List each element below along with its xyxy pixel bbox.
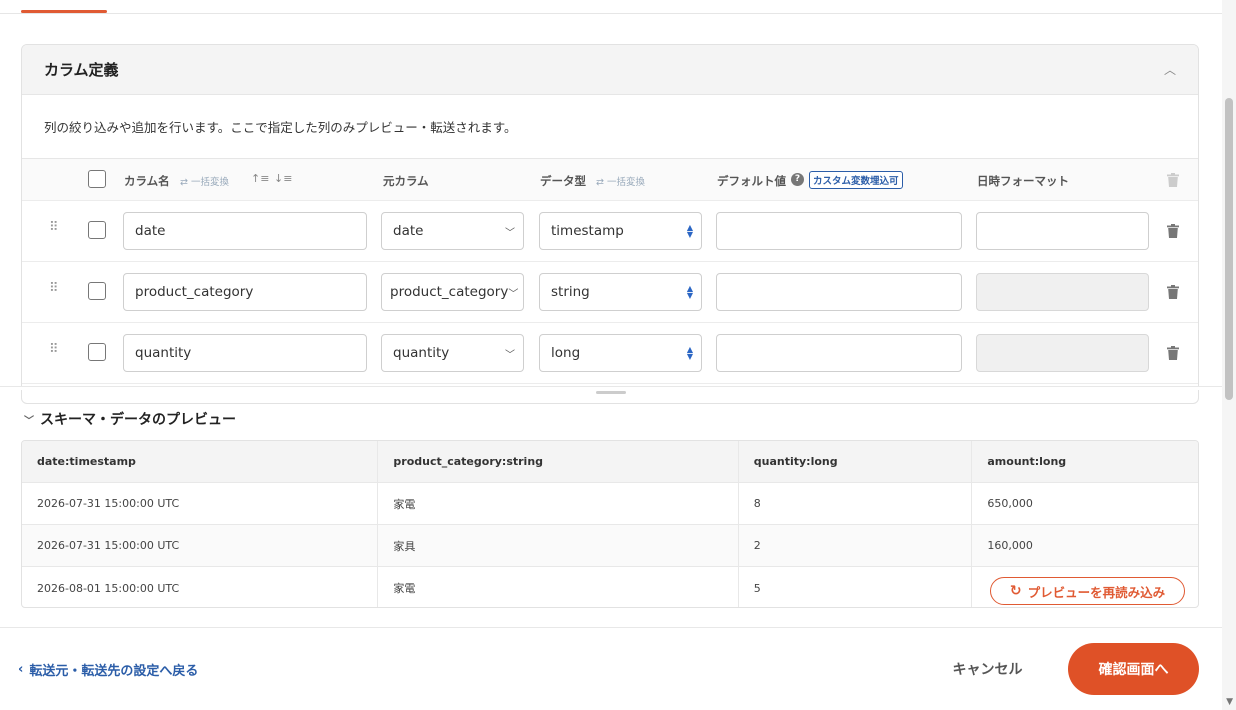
column-name-input[interactable]: quantity bbox=[123, 334, 367, 372]
trash-icon[interactable] bbox=[1167, 285, 1179, 299]
sort-asc-icon[interactable]: ↑≡ bbox=[251, 172, 269, 185]
data-type-select[interactable]: string ▲ ▼ bbox=[539, 273, 702, 311]
date-format-input bbox=[976, 334, 1149, 372]
panel-title: カラム定義 bbox=[44, 61, 119, 79]
preview-header-cell: amount:long bbox=[987, 455, 1067, 468]
default-value-input[interactable] bbox=[716, 273, 962, 311]
bulk-convert-type-button[interactable]: ⇄ 一括変換 bbox=[596, 174, 645, 188]
data-type-select[interactable]: long ▲ ▼ bbox=[539, 334, 702, 372]
select-all-checkbox[interactable] bbox=[88, 170, 106, 188]
columns-table-header: カラム名 ⇄ 一括変換 ↑≡ ↓≡ 元カラム データ型 ⇄ 一括変換 デフォルト… bbox=[22, 159, 1198, 201]
trash-icon[interactable] bbox=[1167, 346, 1179, 360]
source-column-select[interactable]: product_category ﹀ bbox=[381, 273, 524, 311]
column-name-input[interactable]: product_category bbox=[123, 273, 367, 311]
bulk-convert-name-button[interactable]: ⇄ 一括変換 bbox=[180, 174, 229, 188]
chevron-up-icon[interactable]: ︿ bbox=[1164, 61, 1176, 78]
preview-cell: 8 bbox=[739, 483, 973, 524]
header-data-type: データ型 bbox=[540, 174, 586, 188]
scrollbar[interactable]: ▼ bbox=[1222, 0, 1236, 710]
source-column-select[interactable]: quantity ﹀ bbox=[381, 334, 524, 372]
scrollbar-thumb[interactable] bbox=[1225, 98, 1233, 400]
active-tab-indicator bbox=[21, 10, 107, 13]
preview-cell: 160,000 bbox=[987, 539, 1033, 552]
tab-strip bbox=[0, 0, 1222, 14]
panel-description: 列の絞り込みや追加を行います。ここで指定した列のみプレビュー・転送されます。 bbox=[22, 95, 1198, 159]
column-row: ⠿ date date ﹀ timestamp ▲ ▼ bbox=[22, 201, 1198, 262]
chevron-down-icon: ﹀ bbox=[505, 227, 515, 239]
drag-handle-icon[interactable]: ⠿ bbox=[49, 221, 58, 234]
preview-header-cell: product_category:string bbox=[378, 441, 739, 482]
back-link[interactable]: ‹ 転送元・転送先の設定へ戻る bbox=[18, 660, 198, 679]
date-format-input bbox=[976, 273, 1149, 311]
chevron-down-icon: ﹀ bbox=[508, 288, 519, 300]
preview-section-toggle[interactable]: ﹀ スキーマ・データのプレビュー bbox=[24, 409, 236, 429]
preview-row: 2026-07-31 15:00:00 UTC 家具 2 160,000 bbox=[22, 525, 1198, 567]
trash-icon[interactable] bbox=[1167, 224, 1179, 238]
refresh-icon: ↻ bbox=[1009, 583, 1022, 599]
preview-header-cell: quantity:long bbox=[739, 441, 973, 482]
up-down-arrows-icon: ▲ ▼ bbox=[686, 284, 693, 300]
back-link-label: 転送元・転送先の設定へ戻る bbox=[29, 664, 199, 679]
preview-cell: 2026-08-01 15:00:00 UTC bbox=[22, 567, 379, 607]
preview-cell: 家電 bbox=[378, 567, 739, 607]
default-value-input[interactable] bbox=[716, 334, 962, 372]
cancel-button[interactable]: キャンセル bbox=[940, 650, 1035, 688]
source-column-value: quantity bbox=[393, 345, 450, 361]
preview-cell: 家具 bbox=[378, 525, 739, 566]
row-checkbox[interactable] bbox=[88, 221, 106, 239]
preview-cell: 2026-07-31 15:00:00 UTC bbox=[22, 483, 379, 524]
source-column-value: date bbox=[393, 223, 424, 239]
chevron-left-icon: ‹ bbox=[18, 662, 24, 677]
preview-cell: 2 bbox=[739, 525, 973, 566]
preview-header-cell: date:timestamp bbox=[22, 441, 379, 482]
header-date-format: 日時フォーマット bbox=[977, 174, 1069, 188]
row-checkbox[interactable] bbox=[88, 282, 106, 300]
preview-cell: 650,000 bbox=[987, 497, 1033, 510]
column-definition-panel: カラム定義 ︿ 列の絞り込みや追加を行います。ここで指定した列のみプレビュー・転… bbox=[21, 44, 1199, 404]
chevron-down-icon: ﹀ bbox=[24, 415, 34, 427]
preview-row: 2026-07-31 15:00:00 UTC 家電 8 650,000 bbox=[22, 483, 1198, 525]
custom-variable-badge: カスタム変数埋込可 bbox=[809, 171, 903, 189]
column-name-input[interactable]: date bbox=[123, 212, 367, 250]
scroll-down-icon[interactable]: ▼ bbox=[1226, 697, 1233, 707]
row-checkbox[interactable] bbox=[88, 343, 106, 361]
source-column-value: product_category bbox=[390, 284, 509, 300]
reload-preview-button[interactable]: ↻ プレビューを再読み込み bbox=[990, 577, 1185, 605]
preview-header-row: date:timestamp product_category:string q… bbox=[22, 441, 1198, 483]
up-down-arrows-icon: ▲ ▼ bbox=[686, 223, 693, 239]
column-row: ⠿ quantity quantity ﹀ long ▲ ▼ bbox=[22, 323, 1198, 384]
preview-cell: 家電 bbox=[378, 483, 739, 524]
column-row: ⠿ product_category product_category ﹀ st… bbox=[22, 262, 1198, 323]
confirm-button[interactable]: 確認画面へ bbox=[1068, 643, 1199, 695]
drag-handle-icon[interactable]: ⠿ bbox=[49, 282, 58, 295]
source-column-select[interactable]: date ﹀ bbox=[381, 212, 524, 250]
splitter-bar[interactable] bbox=[0, 386, 1222, 390]
help-icon[interactable]: ? bbox=[791, 173, 804, 186]
trash-icon bbox=[1167, 173, 1179, 187]
default-value-input[interactable] bbox=[716, 212, 962, 250]
header-default-value: デフォルト値 bbox=[717, 174, 786, 188]
header-source-column: 元カラム bbox=[383, 174, 429, 188]
preview-cell: 5 bbox=[739, 567, 973, 607]
sort-desc-icon[interactable]: ↓≡ bbox=[274, 172, 292, 185]
chevron-down-icon: ﹀ bbox=[505, 349, 515, 361]
resize-grip[interactable] bbox=[596, 391, 626, 394]
reload-preview-label: プレビューを再読み込み bbox=[1027, 584, 1166, 600]
header-column-name: カラム名 bbox=[124, 174, 170, 188]
footer-divider bbox=[0, 627, 1222, 628]
preview-cell: 2026-07-31 15:00:00 UTC bbox=[22, 525, 379, 566]
data-type-value: string bbox=[551, 284, 590, 300]
page: カラム定義 ︿ 列の絞り込みや追加を行います。ここで指定した列のみプレビュー・転… bbox=[0, 0, 1236, 710]
drag-handle-icon[interactable]: ⠿ bbox=[49, 343, 58, 356]
up-down-arrows-icon: ▲ ▼ bbox=[686, 345, 693, 361]
data-type-value: timestamp bbox=[551, 223, 624, 239]
data-type-value: long bbox=[551, 345, 581, 361]
data-type-select[interactable]: timestamp ▲ ▼ bbox=[539, 212, 702, 250]
preview-title: スキーマ・データのプレビュー bbox=[40, 412, 236, 428]
date-format-input[interactable] bbox=[976, 212, 1149, 250]
panel-header[interactable]: カラム定義 ︿ bbox=[22, 45, 1198, 95]
